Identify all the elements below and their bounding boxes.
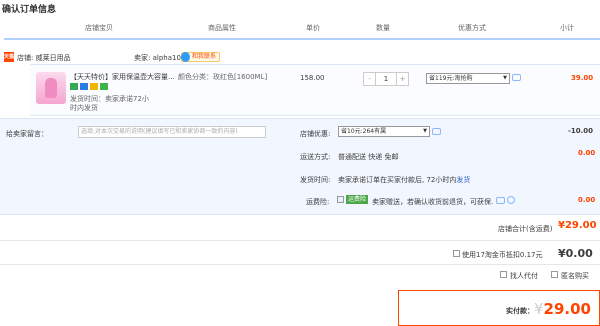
- help-icon[interactable]: [507, 196, 515, 204]
- page-title: 确认订单信息: [2, 5, 57, 15]
- anonymous-label: 匿名购买: [561, 272, 589, 280]
- insurance-badge: 运费险: [346, 195, 369, 204]
- final-amount: 29.00: [543, 300, 591, 318]
- tag-icon: [100, 83, 108, 90]
- quantity-minus-button[interactable]: -: [364, 73, 376, 85]
- proxy-pay-label: 找人代付: [510, 272, 538, 280]
- header-divider: [4, 38, 600, 40]
- coin-deduct-value: ¥0.00: [558, 247, 593, 260]
- message-label: 给卖家留言：: [6, 130, 48, 138]
- col-promo: 优惠方式: [458, 24, 486, 32]
- anonymous-checkbox[interactable]: [551, 271, 558, 278]
- final-payment-value: ¥29.00: [534, 300, 591, 318]
- item-subtotal: 39.00: [571, 74, 594, 82]
- tag-icon: [70, 83, 78, 90]
- shipping-fee: 0.00: [578, 149, 596, 157]
- delivery-promise-text: 卖家承诺订单在买家付款后, 72小时内: [338, 176, 457, 184]
- delivery-link[interactable]: 发货: [456, 176, 470, 184]
- tmall-shop-icon: 天猫: [4, 52, 15, 62]
- seller-name[interactable]: 卖家: alpha108: [134, 53, 185, 63]
- shop-discount-select[interactable]: 省10元:264有属: [338, 126, 430, 137]
- col-attr: 商品属性: [208, 24, 236, 32]
- insurance-info-icon[interactable]: [496, 197, 505, 204]
- service-tags: [70, 83, 110, 91]
- insurance-text: 卖家赠送，若确认收货前退货，可获保...: [372, 198, 494, 206]
- product-sku: 颜色分类：玫红色[1600ML]: [178, 73, 268, 81]
- promo-select[interactable]: 省119元:淘抢购: [426, 73, 510, 84]
- table-header: 店铺宝贝 商品属性 单价 数量 优惠方式 小计: [0, 18, 600, 38]
- shop-name[interactable]: 店铺: 威莱日用品: [17, 53, 71, 63]
- quantity-plus-button[interactable]: +: [396, 73, 408, 85]
- shipping-label: 运送方式:: [300, 153, 331, 161]
- divider: [0, 264, 600, 265]
- promo-info-icon[interactable]: [512, 74, 521, 81]
- coin-deduct-label: 使用17淘金币抵扣0.17元: [462, 251, 543, 259]
- discount-info-icon[interactable]: [432, 128, 441, 135]
- delivery-promise: 发货时间：卖家承诺72小时内发货: [70, 95, 149, 112]
- shop-total-label: 店铺合计(含运费): [498, 225, 553, 233]
- col-item: 店铺宝贝: [85, 24, 113, 32]
- chat-bubble-icon: [181, 52, 190, 62]
- insurance-fee: 0.00: [578, 196, 596, 204]
- insurance-label: 运费险:: [306, 198, 330, 206]
- currency-symbol: ¥: [534, 300, 544, 318]
- product-title[interactable]: 【天天特价】家用保温壶大容量...: [70, 72, 178, 82]
- divider: [0, 240, 600, 241]
- unit-price: 158.00: [300, 74, 325, 82]
- tag-icon: [80, 83, 88, 90]
- insurance-checkbox[interactable]: [337, 196, 344, 203]
- delivery-label: 发货时间:: [300, 176, 331, 184]
- coin-checkbox[interactable]: [453, 250, 460, 257]
- proxy-pay-checkbox[interactable]: [500, 271, 507, 278]
- tag-icon: [90, 83, 98, 90]
- quantity-stepper: - 1 +: [363, 72, 409, 86]
- product-thumbnail[interactable]: [36, 72, 66, 104]
- shop-discount-value: -10.00: [568, 127, 594, 135]
- col-price: 单价: [306, 24, 320, 32]
- message-to-seller-input[interactable]: 选填:对本次交易的说明(建议填写已和卖家协商一致的内容): [78, 126, 266, 138]
- shop-discount-label: 店铺优惠:: [300, 130, 331, 138]
- shop-total-value: ¥29.00: [558, 220, 597, 231]
- col-subtotal: 小计: [560, 24, 574, 32]
- delivery-text: 卖家承诺订单在买家付款后, 72小时内发货: [338, 175, 470, 185]
- quantity-input[interactable]: 1: [376, 73, 396, 85]
- col-qty: 数量: [376, 24, 390, 32]
- final-payment-label: 实付款：: [506, 307, 534, 315]
- shipping-method: 普通配送 快递 免邮: [338, 153, 399, 161]
